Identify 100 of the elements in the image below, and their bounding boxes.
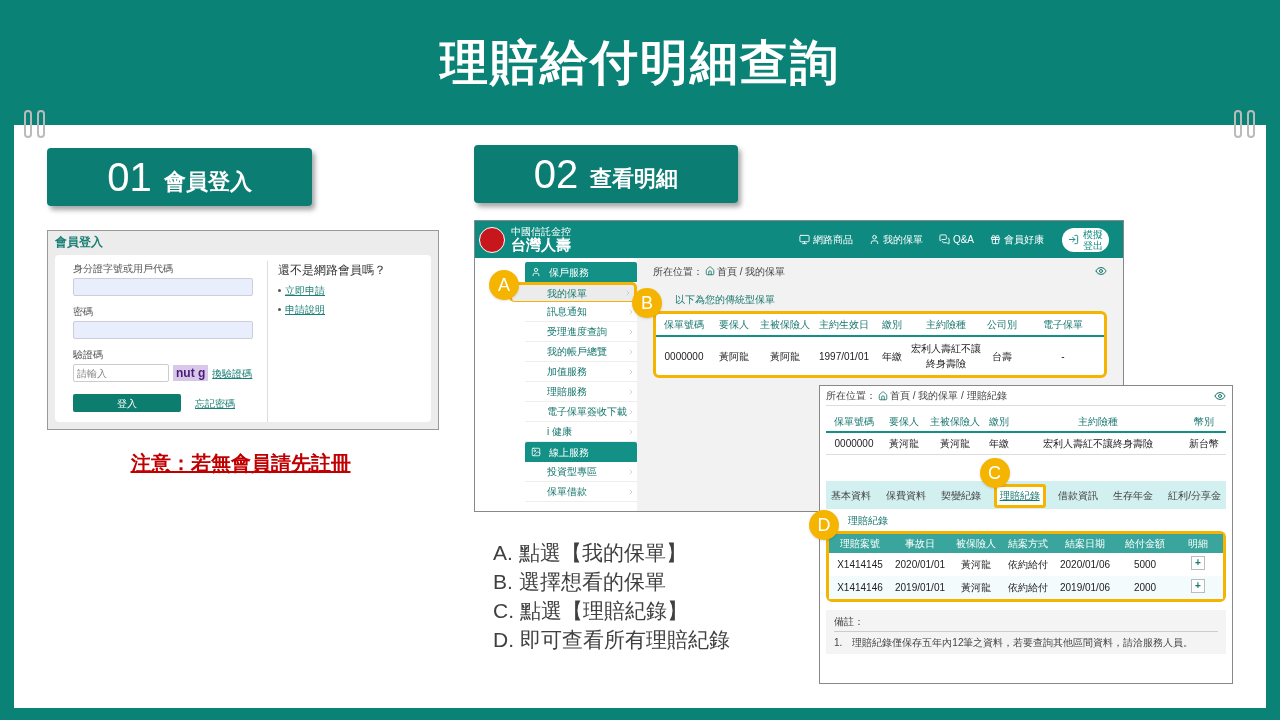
- login-title: 會員登入: [55, 234, 104, 251]
- tab[interactable]: 紅利/分享金: [1165, 483, 1224, 508]
- home-icon: [878, 390, 888, 401]
- refresh-captcha-link[interactable]: 換驗證碼: [212, 365, 253, 381]
- detail-button[interactable]: +: [1191, 556, 1205, 570]
- captcha-image: nut g: [173, 365, 209, 381]
- tab[interactable]: 保費資料: [883, 483, 930, 508]
- monitor-icon: [798, 234, 810, 245]
- remark-number: 1.: [834, 636, 843, 650]
- table-caption: 以下為您的傳統型保單: [675, 293, 775, 307]
- nav-link[interactable]: 我的保單: [868, 232, 923, 247]
- column-header: 主約險種: [1014, 412, 1182, 433]
- step-number: 02: [533, 151, 579, 198]
- column-header: 繳別: [984, 412, 1014, 433]
- instruction-step: C. 點選【理賠紀錄】: [493, 596, 688, 625]
- instruction-step: B. 選擇想看的保單: [493, 567, 666, 596]
- bullet-icon: [278, 308, 281, 311]
- table-cell: 新台幣: [1182, 433, 1226, 455]
- breadcrumb-path: 首頁 / 我的保單 / 理賠紀錄: [890, 389, 1007, 403]
- chevron-icon: [627, 347, 635, 356]
- column-header: 要保人: [712, 314, 756, 337]
- remarks-heading: 備註：: [834, 614, 1218, 632]
- forgot-password-link[interactable]: 忘記密碼: [195, 395, 235, 411]
- column-header: 結案方式: [1003, 534, 1053, 553]
- section-title: 理賠紀錄: [847, 514, 889, 528]
- column-header: 理賠案號: [829, 534, 891, 553]
- chat-icon: [938, 234, 950, 245]
- table-cell: 依約給付: [1003, 576, 1053, 599]
- input-field[interactable]: [73, 321, 253, 339]
- sidebar-section-header: 線上服務: [525, 442, 637, 462]
- signup-link[interactable]: 立即申請: [285, 283, 325, 298]
- callout-marker: B: [632, 288, 662, 318]
- chevron-icon: [627, 427, 635, 436]
- sidebar-item[interactable]: 我的保單: [509, 282, 637, 302]
- tab[interactable]: 基本資料: [828, 483, 874, 508]
- column-header: 要保人: [882, 412, 926, 433]
- field-label: 驗證碼: [73, 348, 104, 362]
- column-header: 保單號碼: [826, 412, 882, 433]
- table-cell-text: 黃阿龍: [718, 349, 750, 364]
- column-header: 繳別: [874, 314, 910, 337]
- table-cell: 黃河龍: [926, 433, 984, 455]
- home-icon: [705, 266, 715, 276]
- instruction-step: A. 點選【我的保單】: [493, 538, 687, 567]
- breadcrumb-path: 首頁 / 我的保單: [717, 264, 786, 279]
- user-icon: [868, 234, 880, 245]
- field-label: 身分證字號或用戶代碼: [73, 262, 174, 276]
- column-header: 明細: [1173, 534, 1223, 553]
- remark-text: 理賠紀錄僅保存五年內12筆之資料，若要查詢其他區間資料，請洽服務人員。: [852, 636, 1194, 650]
- column-header: 主約險種: [910, 314, 982, 337]
- table-cell-text: -: [1060, 349, 1066, 364]
- table-cell: 0000000: [826, 433, 882, 455]
- tab[interactable]: 借款資訊: [1054, 483, 1101, 508]
- column-header: 結案日期: [1053, 534, 1117, 553]
- chevron-icon: [627, 407, 635, 416]
- eye-icon: [1095, 265, 1107, 277]
- bullet-icon: [278, 289, 281, 292]
- signup-link[interactable]: 申請說明: [285, 302, 325, 317]
- nav-link[interactable]: 會員好康: [990, 232, 1044, 247]
- table-cell-text: 台壽: [991, 349, 1013, 364]
- signup-heading: 還不是網路會員嗎？: [278, 262, 386, 279]
- column-header: 主被保險人: [926, 412, 984, 433]
- table-cell-text: 年繳: [881, 349, 903, 364]
- slide-title: 理賠給付明細查詢: [440, 34, 840, 91]
- table-cell: 2019/01/06: [1053, 576, 1117, 599]
- detail-button[interactable]: +: [1191, 579, 1205, 593]
- table-cell: 年繳: [984, 433, 1014, 455]
- table-cell-text: 1997/01/01: [817, 349, 871, 364]
- table-cell-text: 黃阿龍: [769, 349, 801, 364]
- column-header: 事故日: [891, 534, 949, 553]
- callout-marker: D: [809, 510, 839, 540]
- login-button[interactable]: 登入: [73, 394, 181, 412]
- table-cell-text: 0000000: [663, 349, 705, 364]
- table-cell: X1414146: [829, 576, 891, 599]
- brand-subtitle: 中國信託金控: [511, 227, 571, 237]
- table-cell: 宏利人壽紅不讓終身壽險: [1014, 433, 1182, 455]
- logout-button[interactable]: 模擬登出: [1062, 227, 1109, 252]
- binder-rings-icon: [22, 109, 48, 139]
- binder-rings-icon: [1232, 109, 1258, 139]
- chevron-icon: [627, 387, 635, 396]
- tab[interactable]: 生存年金: [1110, 483, 1156, 508]
- step-number: 01: [107, 154, 152, 201]
- chevron-icon: [624, 289, 632, 297]
- chevron-icon: [627, 307, 635, 316]
- logo-icon: [479, 226, 505, 253]
- chevron-icon: [627, 467, 635, 476]
- column-header: 公司別: [982, 314, 1022, 337]
- tab[interactable]: 理賠紀錄: [993, 483, 1046, 508]
- logout-icon: [1068, 234, 1079, 245]
- step-label: 查看明細: [590, 164, 679, 193]
- captcha-input[interactable]: 請輸入: [73, 364, 169, 382]
- callout-marker: C: [979, 458, 1010, 489]
- instruction-step: D. 即可查看所有理賠紀錄: [493, 625, 730, 654]
- nav-link[interactable]: Q&A: [938, 232, 974, 247]
- chevron-icon: [627, 367, 635, 376]
- column-header: 給付金額: [1117, 534, 1173, 553]
- nav-link[interactable]: 網路商品: [798, 232, 853, 247]
- column-header: 被保險人: [949, 534, 1003, 553]
- input-field[interactable]: [73, 278, 253, 296]
- user-icon: [531, 267, 541, 277]
- table-cell: 黃河龍: [882, 433, 926, 455]
